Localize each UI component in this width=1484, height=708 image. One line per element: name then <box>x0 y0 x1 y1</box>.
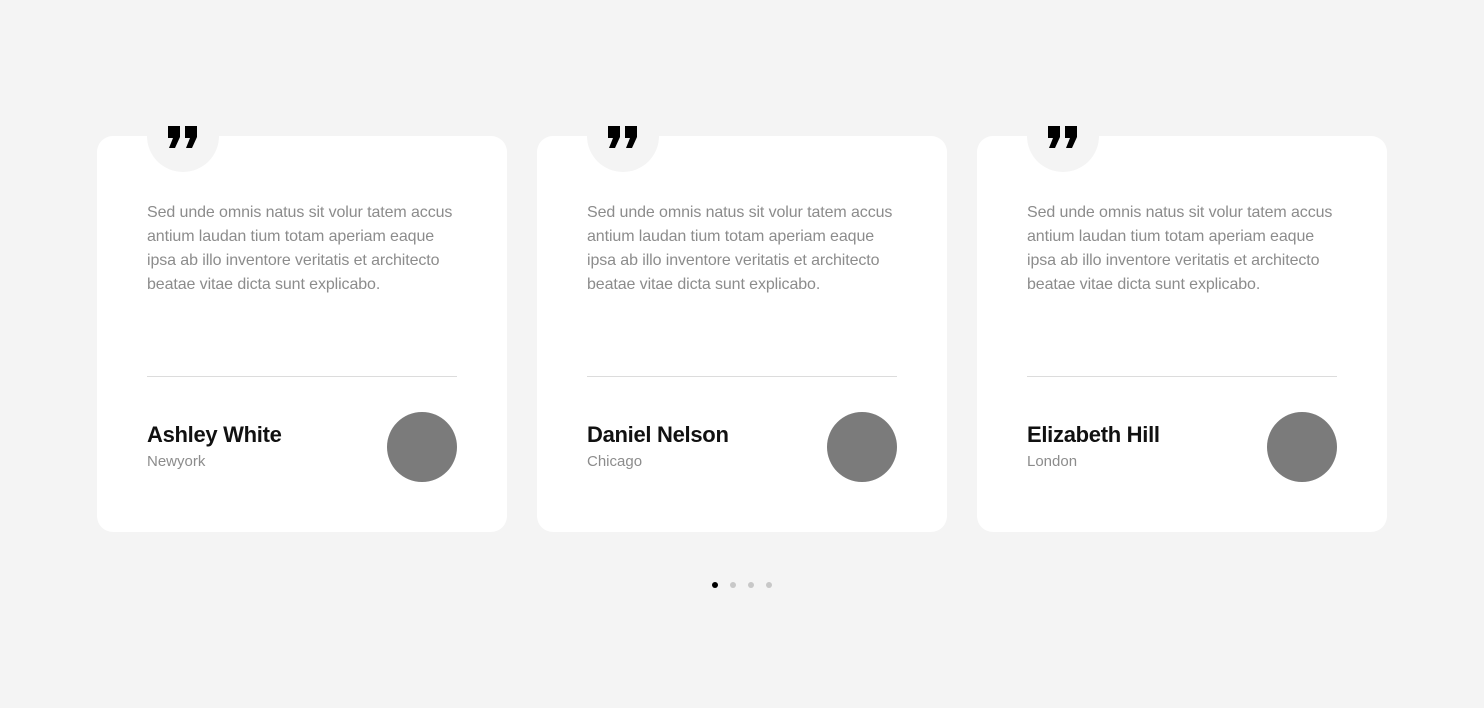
testimonial-text: Sed unde omnis natus sit volur tatem acc… <box>147 204 453 293</box>
testimonial-card: Sed unde omnis natus sit volur tatem acc… <box>97 100 507 532</box>
quote-icon <box>1048 126 1077 148</box>
author-city: Newyork <box>147 453 206 470</box>
pagination-dot-1[interactable] <box>712 582 718 588</box>
avatar <box>1267 412 1337 482</box>
pagination-dot-3[interactable] <box>748 582 754 588</box>
pagination-dot-4[interactable] <box>766 582 772 588</box>
quote-icon <box>168 126 197 148</box>
author-city: London <box>1027 453 1078 470</box>
quote-badge <box>1027 100 1099 172</box>
divider <box>1027 376 1337 377</box>
slider-pagination <box>712 582 772 588</box>
avatar <box>387 412 457 482</box>
author-city: Chicago <box>587 453 643 470</box>
author-name: Ashley White <box>147 422 282 447</box>
quote-badge <box>587 100 659 172</box>
pagination-dot-2[interactable] <box>730 582 736 588</box>
divider <box>147 376 457 377</box>
quote-badge <box>147 100 219 172</box>
testimonial-card: Sed unde omnis natus sit volur tatem acc… <box>537 100 947 532</box>
testimonial-slider: Sed unde omnis natus sit volur tatem acc… <box>97 100 1387 532</box>
testimonial-card: Sed unde omnis natus sit volur tatem acc… <box>977 100 1387 532</box>
quote-icon <box>608 126 637 148</box>
author-name: Daniel Nelson <box>587 422 729 447</box>
author-name: Elizabeth Hill <box>1027 422 1160 447</box>
divider <box>587 376 897 377</box>
testimonial-text: Sed unde omnis natus sit volur tatem acc… <box>587 204 893 293</box>
avatar <box>827 412 897 482</box>
testimonial-text: Sed unde omnis natus sit volur tatem acc… <box>1027 204 1333 293</box>
